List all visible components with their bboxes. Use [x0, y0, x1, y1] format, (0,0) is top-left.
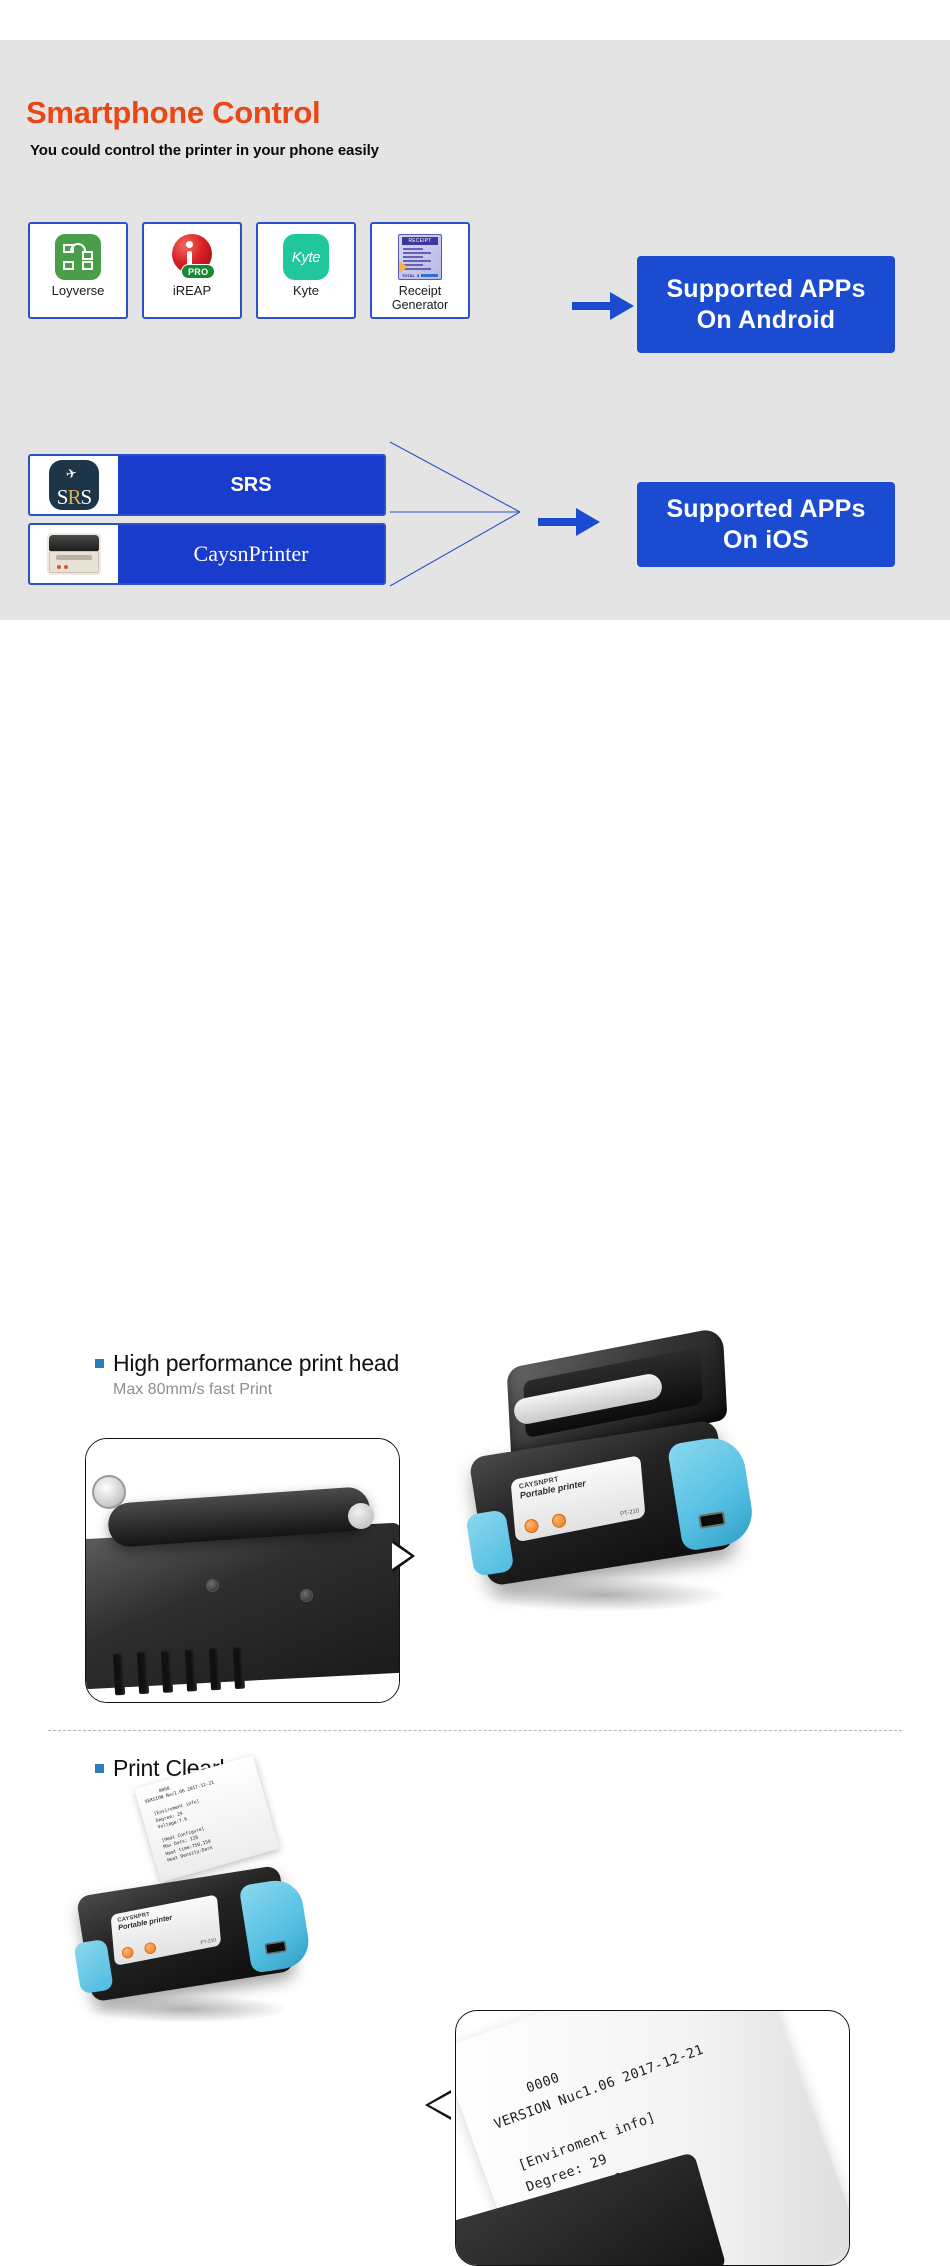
- callout-pointer-print-head: [392, 1540, 415, 1572]
- smartphone-control-section: Smartphone Control You could control the…: [0, 40, 950, 620]
- callout-pointer-receipt: [425, 2090, 451, 2120]
- square-bullet-icon: [95, 1764, 104, 1773]
- ios-app-row-group: ✈ SRS SRS CaysnPrinter: [28, 454, 386, 592]
- print-head-zoom-callout: [85, 1438, 400, 1703]
- receipt-icon-header: RECEIPT: [402, 237, 438, 245]
- airplane-icon: ✈: [64, 465, 79, 482]
- printer-product-image-open-lid: CAYSNPRT Portable printer PT-210: [455, 1326, 757, 1640]
- ios-app-label-caysnprinter: CaysnPrinter: [193, 541, 309, 566]
- supported-apps-android-panel: Supported APPs On Android: [637, 256, 895, 353]
- feature-heading-print-head: High performance print head Max 80mm/s f…: [95, 1350, 399, 1399]
- feature1-subtitle: Max 80mm/s fast Print: [113, 1381, 273, 1398]
- receipt-zoom-callout: 0000 VERSION Nuc1.06 2017-12-21 [Envirom…: [455, 2010, 850, 2266]
- android-app-card-row: Loyverse PRO iREAP Kyte Kyte RECEIPT TOT…: [28, 222, 470, 319]
- ireap-app-icon: PRO: [168, 233, 216, 281]
- page-subtitle: You could control the printer in your ph…: [30, 142, 379, 159]
- feature1-title: High performance print head: [113, 1350, 400, 1376]
- app-label-loyverse: Loyverse: [51, 283, 105, 298]
- converging-lines-connector: [389, 441, 521, 587]
- srs-app-icon: ✈ SRS: [30, 456, 118, 514]
- printer-power-button: [550, 1512, 568, 1529]
- android-panel-line1: Supported APPs: [666, 275, 866, 303]
- kyte-icon-text: Kyte: [283, 234, 329, 280]
- printer-model-tag: PT-210: [619, 1508, 640, 1518]
- android-panel-line2: On Android: [696, 305, 836, 334]
- printer-product-image-with-receipt: 0000 VERSION Nuc1.06 2017-12-21 [Envirom…: [65, 1755, 313, 2046]
- app-card-receipt-generator[interactable]: RECEIPT TOTAL $ Receipt Generator: [370, 222, 470, 319]
- ios-app-label-srs: SRS: [230, 473, 272, 496]
- kyte-app-icon: Kyte: [282, 233, 330, 281]
- arrow-right-ios-icon: [538, 508, 600, 536]
- app-label-kyte: Kyte: [292, 283, 319, 298]
- ios-panel-line1: Supported APPs: [666, 495, 866, 523]
- app-card-kyte[interactable]: Kyte Kyte: [256, 222, 356, 319]
- supported-apps-ios-panel: Supported APPs On iOS: [637, 482, 895, 567]
- printer-power-button: [143, 1941, 158, 1955]
- loyverse-app-icon: [54, 233, 102, 281]
- printer-feed-button: [121, 1945, 135, 1960]
- ireap-pro-badge: PRO: [181, 264, 216, 279]
- printer-model-tag: PT-210: [199, 1938, 217, 1946]
- receipt-icon-total-label: TOTAL: [402, 272, 415, 278]
- printer-feed-button: [523, 1517, 540, 1535]
- ios-app-row-srs[interactable]: ✈ SRS SRS: [28, 454, 386, 516]
- arrow-right-android-icon: [572, 292, 634, 320]
- page-title: Smartphone Control: [26, 95, 321, 130]
- receipt-icon-currency: $: [416, 272, 420, 278]
- app-card-loyverse[interactable]: Loyverse: [28, 222, 128, 319]
- app-card-ireap[interactable]: PRO iREAP: [142, 222, 242, 319]
- app-label-ireap: iREAP: [172, 283, 212, 298]
- section-divider: [48, 1730, 902, 1731]
- ios-app-row-caysnprinter[interactable]: CaysnPrinter: [28, 523, 386, 585]
- app-label-receipt-generator: Receipt Generator: [391, 284, 449, 312]
- features-section: High performance print head Max 80mm/s f…: [0, 620, 950, 2266]
- print-head-mechanism-image: [86, 1439, 399, 1702]
- caysn-printer-app-icon: [30, 525, 118, 583]
- ios-panel-line2: On iOS: [723, 525, 809, 554]
- receipt-generator-app-icon: RECEIPT TOTAL $: [396, 233, 444, 281]
- top-white-spacer: [0, 0, 950, 40]
- square-bullet-icon: [95, 1359, 104, 1368]
